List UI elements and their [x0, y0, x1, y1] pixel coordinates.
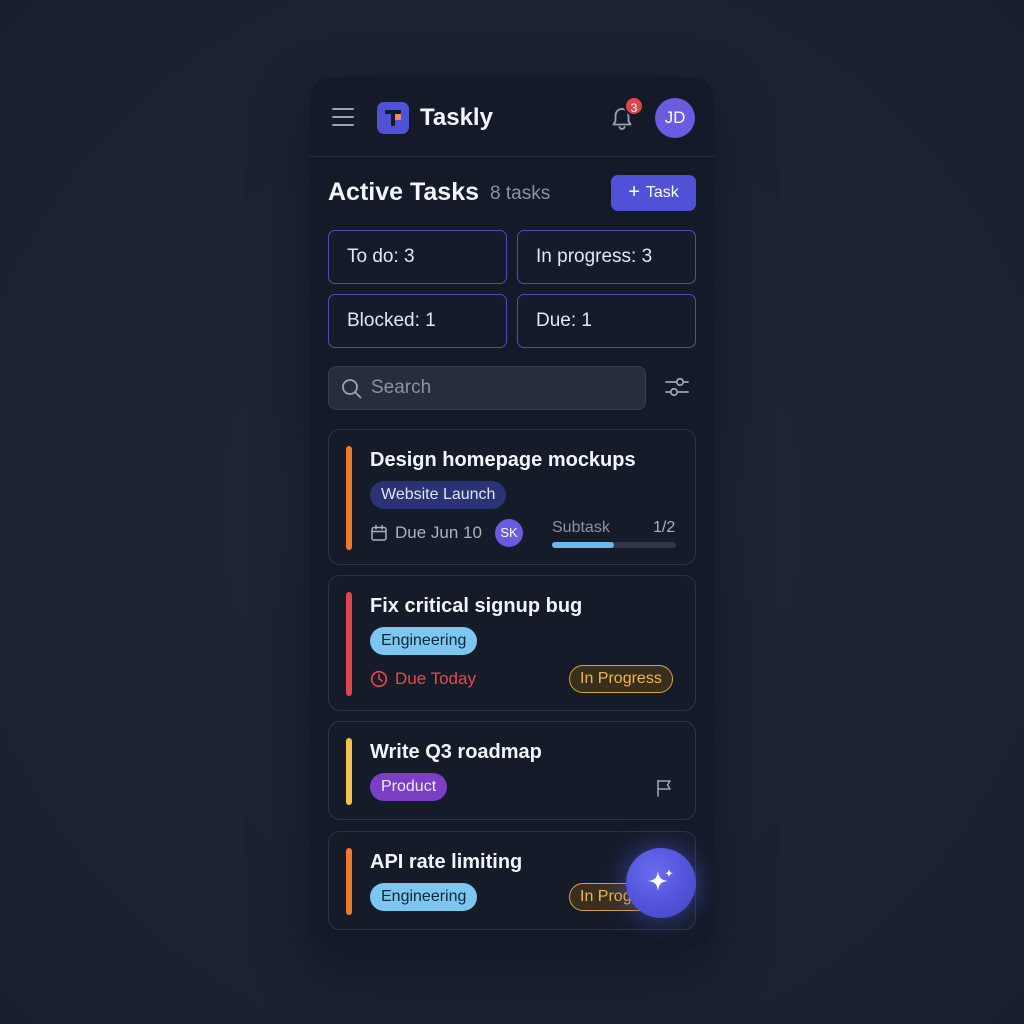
calendar-icon — [371, 524, 387, 541]
app-logo — [377, 102, 409, 134]
assignee-avatar[interactable]: SK — [495, 519, 523, 547]
app-title: Taskly — [420, 104, 493, 131]
task-title: API rate limiting — [370, 851, 523, 873]
ai-assistant-fab[interactable] — [626, 848, 696, 918]
stat-blocked[interactable]: Blocked: 1 — [328, 294, 507, 348]
due-date: Due Jun 10 — [370, 523, 482, 543]
add-task-label: Task — [645, 184, 679, 201]
subtask-label: Subtask — [552, 519, 610, 536]
section-title: Active Tasks — [328, 178, 480, 206]
due-date-text: Due Today — [395, 669, 476, 688]
clock-icon — [370, 670, 388, 688]
priority-bar — [346, 848, 352, 915]
search-input[interactable] — [371, 367, 631, 409]
task-count: 8 tasks — [490, 183, 551, 204]
user-avatar[interactable]: JD — [655, 98, 695, 138]
task-tag: Product — [370, 773, 448, 801]
due-date-text: Due Jun 10 — [395, 523, 482, 542]
search-icon — [342, 379, 362, 399]
task-title: Fix critical signup bug — [370, 595, 583, 617]
priority-bar — [346, 592, 352, 696]
notification-badge: 3 — [624, 96, 644, 116]
priority-bar — [346, 446, 352, 550]
subtask-progress-fill — [552, 542, 614, 548]
stat-due[interactable]: Due: 1 — [517, 294, 696, 348]
add-task-button[interactable]: + Task — [611, 175, 696, 211]
search-bar — [328, 366, 646, 410]
filter-sliders-icon[interactable] — [664, 375, 690, 399]
task-tag: Engineering — [370, 627, 478, 655]
stat-todo[interactable]: To do: 3 — [328, 230, 507, 284]
status-badge: In Progress — [569, 665, 673, 693]
priority-bar — [346, 738, 352, 805]
stat-in-progress[interactable]: In progress: 3 — [517, 230, 696, 284]
task-title: Design homepage mockups — [370, 449, 636, 471]
app-header: Taskly 3 JD — [310, 77, 714, 157]
subtask-progress-bar — [552, 542, 676, 548]
subtask-count: 1/2 — [653, 519, 676, 536]
due-date: Due Today — [370, 669, 476, 689]
task-tag: Engineering — [370, 883, 478, 911]
sparkle-icon — [648, 869, 673, 891]
task-card[interactable]: Fix critical signup bug Engineering Due … — [328, 575, 696, 711]
app-window: Taskly 3 JD Active Tasks 8 tasks + Task … — [310, 77, 714, 947]
hamburger-menu-icon[interactable] — [332, 108, 354, 126]
task-card[interactable]: Design homepage mockups Website Launch D… — [328, 429, 696, 565]
plus-icon: + — [628, 181, 640, 203]
task-card[interactable]: Write Q3 roadmap Product — [328, 721, 696, 820]
flag-icon[interactable] — [654, 778, 674, 798]
task-tag: Website Launch — [370, 481, 507, 509]
task-title: Write Q3 roadmap — [370, 741, 542, 763]
